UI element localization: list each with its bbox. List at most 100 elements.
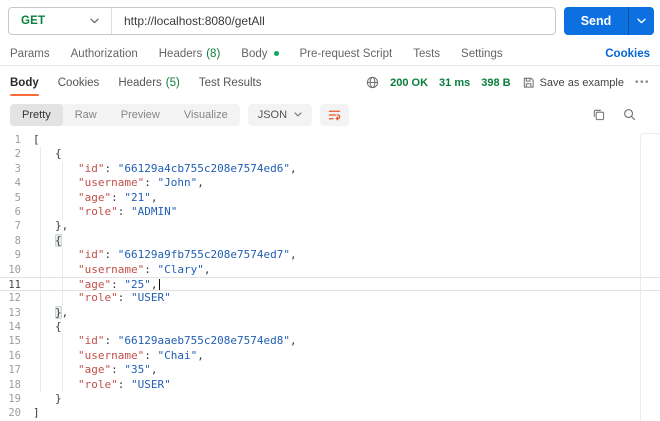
indent-guide xyxy=(40,349,41,363)
code-line[interactable]: 17"age": "35", xyxy=(0,363,660,377)
tab-count-badge: (5) xyxy=(166,77,180,89)
line-number[interactable]: 6 xyxy=(0,205,28,219)
line-number[interactable]: 7 xyxy=(0,219,28,233)
response-header: Body Cookies Headers(5) Test Results 200 OK… xyxy=(0,66,660,99)
line-number[interactable]: 11 xyxy=(0,278,28,290)
code-line[interactable]: 15"id": "66129aaeb755c208e7574ed8", xyxy=(0,334,660,348)
code-line[interactable]: 5"age": "21", xyxy=(0,191,660,205)
status-badge[interactable]: 200 OK xyxy=(390,77,428,89)
response-body-editor[interactable]: 1[2{3"id": "66129a4cb755c208e7574ed6",4"… xyxy=(0,130,660,420)
code-text: "id": "66129aaeb755c208e7574ed8", xyxy=(28,334,297,348)
code-line[interactable]: 18"role": "USER" xyxy=(0,378,660,392)
response-time[interactable]: 31 ms xyxy=(439,77,470,89)
code-line[interactable]: 16"username": "Chai", xyxy=(0,349,660,363)
copy-icon[interactable] xyxy=(592,108,605,121)
code-text: "role": "ADMIN" xyxy=(28,205,177,219)
code-line[interactable]: 14{ xyxy=(0,320,660,334)
response-toolbar: PrettyRawPreviewVisualize JSON xyxy=(0,99,660,130)
send-button[interactable]: Send xyxy=(564,7,654,35)
line-number[interactable]: 15 xyxy=(0,334,28,348)
code-line[interactable]: 20] xyxy=(0,406,660,420)
toolbar-icons xyxy=(592,108,650,121)
response-size[interactable]: 398 B xyxy=(481,77,510,89)
request-tab-authorization[interactable]: Authorization xyxy=(71,48,138,60)
line-number[interactable]: 8 xyxy=(0,234,28,248)
view-mode-pretty[interactable]: Pretty xyxy=(10,104,63,126)
save-as-example-button[interactable]: Save as example xyxy=(522,76,624,89)
more-options-button[interactable]: ••• xyxy=(635,77,650,88)
format-dropdown[interactable]: JSON xyxy=(248,104,312,126)
response-tab-headers[interactable]: Headers(5) xyxy=(118,66,180,99)
line-number[interactable]: 2 xyxy=(0,147,28,161)
request-tab-params[interactable]: Params xyxy=(10,48,50,60)
indent-guide xyxy=(62,162,63,176)
code-text: "role": "USER" xyxy=(28,378,171,392)
line-number[interactable]: 13 xyxy=(0,306,28,320)
code-line[interactable]: 3"id": "66129a4cb755c208e7574ed6", xyxy=(0,162,660,176)
line-number[interactable]: 17 xyxy=(0,363,28,377)
view-mode-visualize[interactable]: Visualize xyxy=(172,104,240,126)
method-selector[interactable]: GET xyxy=(9,15,111,27)
network-globe-icon[interactable] xyxy=(366,76,379,89)
line-number[interactable]: 1 xyxy=(0,133,28,147)
cookies-link[interactable]: Cookies xyxy=(605,48,650,60)
line-number[interactable]: 19 xyxy=(0,392,28,406)
code-line[interactable]: 6"role": "ADMIN" xyxy=(0,205,660,219)
indent-guide xyxy=(40,191,41,205)
request-bar: GET http://localhost:8080/getAll Send xyxy=(0,0,660,42)
response-tab-body[interactable]: Body xyxy=(10,66,39,99)
line-number[interactable]: 20 xyxy=(0,406,28,420)
chevron-down-icon xyxy=(294,112,302,117)
view-mode-preview[interactable]: Preview xyxy=(109,104,172,126)
code-text: "username": "John", xyxy=(28,176,204,190)
tab-label: Test Results xyxy=(199,77,262,89)
code-line[interactable]: 19} xyxy=(0,392,660,406)
scrollbar-track[interactable] xyxy=(640,133,660,420)
code-line[interactable]: 4"username": "John", xyxy=(0,176,660,190)
line-number[interactable]: 18 xyxy=(0,378,28,392)
indent-guide xyxy=(62,205,63,219)
view-mode-raw[interactable]: Raw xyxy=(63,104,109,126)
line-number[interactable]: 12 xyxy=(0,291,28,305)
request-tab-body[interactable]: Body xyxy=(241,48,278,60)
code-text: } xyxy=(28,392,62,406)
code-text: "username": "Chai", xyxy=(28,349,204,363)
request-tab-headers[interactable]: Headers(8) xyxy=(159,48,221,60)
response-meta: 200 OK 31 ms 398 B Save as example ••• xyxy=(366,76,650,89)
request-tab-tests[interactable]: Tests xyxy=(413,48,440,60)
indent-guide xyxy=(40,147,41,161)
send-button-label: Send xyxy=(564,7,628,35)
code-line[interactable]: 8{ xyxy=(0,234,660,248)
tab-label: Body xyxy=(10,77,39,89)
code-line[interactable]: 2{ xyxy=(0,147,660,161)
line-number[interactable]: 10 xyxy=(0,263,28,277)
indent-guide xyxy=(40,205,41,219)
line-number[interactable]: 9 xyxy=(0,248,28,262)
response-tab-cookies[interactable]: Cookies xyxy=(58,66,100,99)
line-number[interactable]: 5 xyxy=(0,191,28,205)
request-tab-settings[interactable]: Settings xyxy=(461,48,503,60)
code-text: { xyxy=(28,234,62,248)
wrap-lines-button[interactable] xyxy=(320,104,349,126)
url-input[interactable]: http://localhost:8080/getAll xyxy=(112,14,555,28)
search-icon[interactable] xyxy=(623,108,636,121)
line-number[interactable]: 14 xyxy=(0,320,28,334)
line-number[interactable]: 3 xyxy=(0,162,28,176)
response-tab-test-results[interactable]: Test Results xyxy=(199,66,262,99)
indent-guide xyxy=(40,306,41,320)
code-line[interactable]: 7}, xyxy=(0,219,660,233)
indent-guide xyxy=(40,378,41,392)
code-line[interactable]: 9"id": "66129a9fb755c208e7574ed7", xyxy=(0,248,660,262)
method-label: GET xyxy=(21,15,45,27)
send-options-button[interactable] xyxy=(629,7,654,35)
code-line[interactable]: 12"role": "USER" xyxy=(0,291,660,305)
code-line[interactable]: 11"age": "25", xyxy=(0,277,660,291)
code-line[interactable]: 13}, xyxy=(0,306,660,320)
line-number[interactable]: 4 xyxy=(0,176,28,190)
code-line[interactable]: 10"username": "Clary", xyxy=(0,263,660,277)
code-text: "id": "66129a9fb755c208e7574ed7", xyxy=(28,248,297,262)
line-number[interactable]: 16 xyxy=(0,349,28,363)
code-line[interactable]: 1[ xyxy=(0,133,660,147)
indent-guide xyxy=(62,191,63,205)
request-tab-pre-request-script[interactable]: Pre-request Script xyxy=(300,48,393,60)
